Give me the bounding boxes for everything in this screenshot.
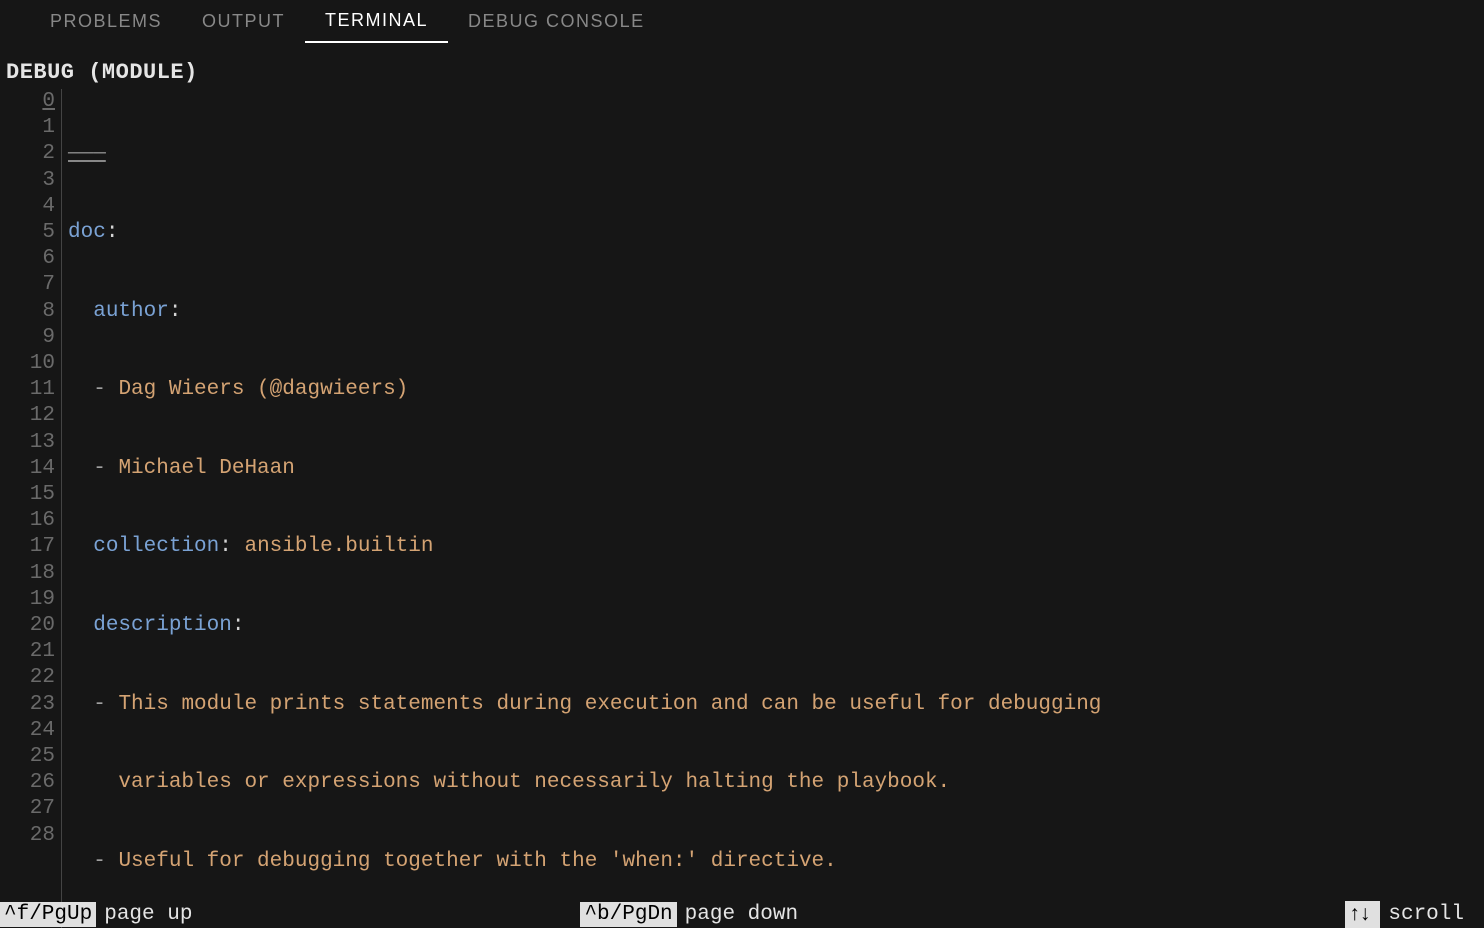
yaml-key: doc [68,221,106,244]
yaml-value: Useful for debugging together with the '… [118,850,836,873]
line-number: 15 [0,482,55,508]
line-number: 0 [0,89,55,115]
yaml-front: ——— [68,142,106,165]
yaml-value: This module prints statements during exe… [118,693,1101,716]
yaml-value: Dag Wieers (@dagwieers) [118,378,408,401]
line-number: 7 [0,272,55,298]
yaml-value: variables or expressions without necessa… [118,771,950,794]
pgdn-label: page down [677,903,806,926]
pager-statusbar: ^f/PgUp page up ^b/PgDn page down ↑↓ scr… [0,900,1484,928]
tab-output[interactable]: OUTPUT [182,1,305,42]
scroll-label: scroll [1380,903,1472,926]
line-number: 17 [0,534,55,560]
line-number: 18 [0,561,55,587]
line-number: 5 [0,220,55,246]
line-number: 1 [0,115,55,141]
line-number: 24 [0,718,55,744]
line-number: 20 [0,613,55,639]
line-number: 13 [0,430,55,456]
line-number: 21 [0,639,55,665]
tab-debug-console[interactable]: DEBUG CONSOLE [448,1,665,42]
yaml-key: description [93,614,232,637]
line-number: 8 [0,299,55,325]
pgup-key-hint: ^f/PgUp [0,902,96,927]
line-number: 16 [0,508,55,534]
code-body: ——— doc: author: - Dag Wieers (@dagwieer… [62,89,1484,928]
line-number: 4 [0,194,55,220]
line-number: 12 [0,403,55,429]
yaml-value: Michael DeHaan [118,457,294,480]
line-number: 28 [0,823,55,849]
line-number: 2 [0,141,55,167]
terminal-panel[interactable]: DEBUG (MODULE) 0 1 2 3 4 5 6 7 8 9 10 11… [0,42,1484,928]
pgdn-key-hint: ^b/PgDn [580,902,676,927]
line-number: 23 [0,692,55,718]
yaml-value: ansible.builtin [232,535,434,558]
line-number: 10 [0,351,55,377]
yaml-key: collection [93,535,219,558]
line-number: 6 [0,246,55,272]
line-number: 11 [0,377,55,403]
line-number: 22 [0,665,55,691]
panel-tabs: PROBLEMS OUTPUT TERMINAL DEBUG CONSOLE [0,0,1484,42]
yaml-key: author [93,300,169,323]
line-number: 9 [0,325,55,351]
pgup-label: page up [96,903,200,926]
line-number: 3 [0,168,55,194]
scroll-key-hint: ↑↓ [1345,901,1380,928]
line-number: 25 [0,744,55,770]
terminal-header: DEBUG (MODULE) [0,60,1484,85]
code-area: 0 1 2 3 4 5 6 7 8 9 10 11 12 13 14 15 16… [0,89,1484,928]
line-number: 27 [0,796,55,822]
tab-terminal[interactable]: TERMINAL [305,0,448,43]
line-gutter: 0 1 2 3 4 5 6 7 8 9 10 11 12 13 14 15 16… [0,89,62,928]
line-number: 19 [0,587,55,613]
line-number: 26 [0,770,55,796]
line-number: 14 [0,456,55,482]
tab-problems[interactable]: PROBLEMS [30,1,182,42]
